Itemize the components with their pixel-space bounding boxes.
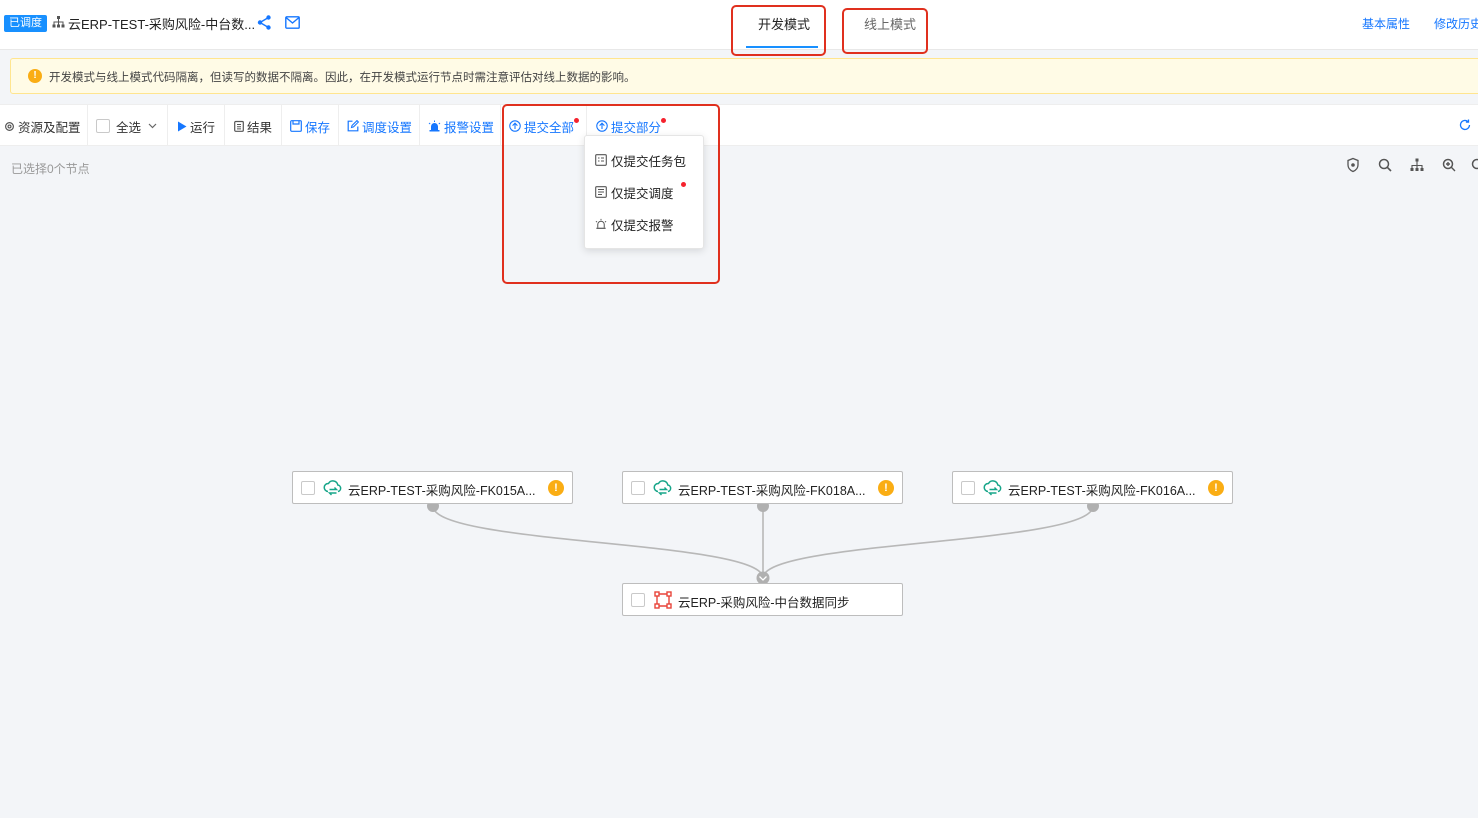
cloud-sync-icon: [983, 480, 1002, 496]
node-checkbox[interactable]: [631, 481, 645, 495]
node-label: 云ERP-TEST-采购风险-FK018A...: [678, 484, 866, 498]
warning-icon[interactable]: !: [1208, 480, 1224, 496]
dag-node-fk016[interactable]: 云ERP-TEST-采购风险-FK016A... !: [952, 471, 1233, 504]
node-checkbox[interactable]: [301, 481, 315, 495]
warning-icon[interactable]: !: [548, 480, 564, 496]
node-label: 云ERP-TEST-采购风险-FK015A...: [348, 484, 536, 498]
node-checkbox[interactable]: [631, 593, 645, 607]
flow-group-icon: [654, 591, 672, 609]
node-checkbox[interactable]: [961, 481, 975, 495]
node-label: 云ERP-TEST-采购风险-FK016A...: [1008, 484, 1196, 498]
warning-icon[interactable]: !: [878, 480, 894, 496]
dag-node-sync[interactable]: 云ERP-采购风险-中台数据同步: [622, 583, 903, 616]
node-label: 云ERP-采购风险-中台数据同步: [678, 596, 850, 610]
dag-edges: [427, 500, 1099, 585]
cloud-sync-icon: [323, 480, 342, 496]
cloud-sync-icon: [653, 480, 672, 496]
edge-fk015-to-sync: [432, 505, 764, 579]
dag-node-fk018[interactable]: 云ERP-TEST-采购风险-FK018A... !: [622, 471, 903, 504]
dag-node-fk015[interactable]: 云ERP-TEST-采购风险-FK015A... !: [292, 471, 573, 504]
edge-fk016-to-sync: [762, 505, 1094, 579]
